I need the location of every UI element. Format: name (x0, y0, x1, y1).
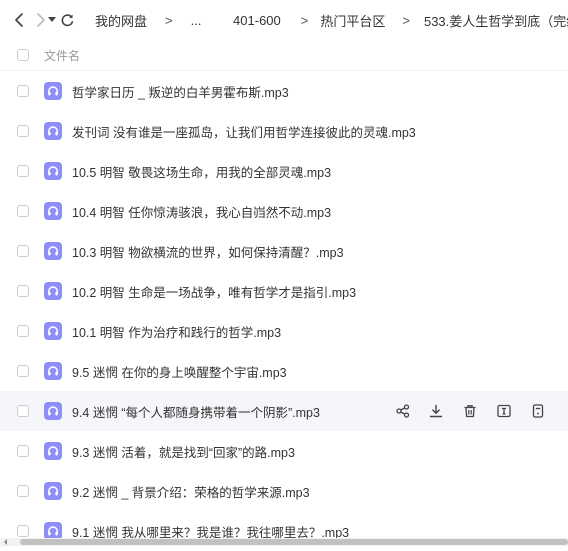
headphones-icon (48, 286, 58, 296)
audio-file-icon (44, 242, 62, 260)
breadcrumb-separator: > (300, 12, 309, 28)
download-button[interactable] (428, 403, 444, 419)
file-row[interactable]: 9.4 迷惘 “每个人都随身携带着一个阴影”.mp3 (0, 391, 568, 431)
breadcrumb-current-folder: 533.姜人生哲学到底（完结） (423, 13, 568, 29)
file-name[interactable]: 10.2 明智 生命是一场战争，唯有哲学才是指引.mp3 (72, 282, 356, 301)
file-row[interactable]: 10.2 明智 生命是一场战争，唯有哲学才是指引.mp3 (0, 271, 568, 311)
file-row[interactable]: 哲学家日历 _ 叛逆的白羊男霍布斯.mp3 (0, 71, 568, 111)
file-name[interactable]: 10.5 明智 敬畏这场生命，用我的全部灵魂.mp3 (72, 162, 331, 181)
headphones-icon (48, 406, 58, 416)
row-checkbox[interactable] (17, 165, 29, 177)
audio-file-icon (44, 322, 62, 340)
file-name[interactable]: 9.3 迷惘 活着，就是找到“回家”的路.mp3 (72, 442, 295, 461)
file-row[interactable]: 10.3 明智 物欲横流的世界，如何保持清醒？.mp3 (0, 231, 568, 271)
column-header-filename[interactable]: 文件名 (44, 47, 80, 64)
breadcrumb-item-hot-platform[interactable]: 热门平台区 (320, 11, 385, 30)
share-icon (396, 404, 410, 418)
row-checkbox[interactable] (17, 285, 29, 297)
headphones-icon (48, 486, 58, 496)
headphones-icon (48, 206, 58, 216)
breadcrumb-separator: > (402, 12, 410, 28)
rename-button[interactable] (496, 403, 512, 419)
headphones-icon (48, 86, 58, 96)
back-button[interactable] (14, 8, 26, 32)
file-list-header: 文件名 (0, 40, 568, 71)
audio-file-icon (44, 402, 62, 420)
audio-file-icon (44, 202, 62, 220)
delete-icon (463, 404, 477, 418)
row-checkbox[interactable] (17, 85, 29, 97)
file-name[interactable]: 9.5 迷惘 在你的身上唤醒整个宇宙.mp3 (72, 362, 287, 381)
headphones-icon (48, 166, 58, 176)
audio-file-icon (44, 122, 62, 140)
row-checkbox[interactable] (17, 485, 29, 497)
file-row[interactable]: 9.2 迷惘 _ 背景介绍：荣格的哲学来源.mp3 (0, 471, 568, 511)
audio-file-icon (44, 282, 62, 300)
row-checkbox[interactable] (17, 525, 29, 537)
file-name[interactable]: 10.1 明智 作为治疗和践行的哲学.mp3 (72, 322, 281, 341)
file-name[interactable]: 哲学家日历 _ 叛逆的白羊男霍布斯.mp3 (72, 82, 289, 101)
history-dropdown[interactable] (48, 8, 56, 32)
file-row[interactable]: 10.5 明智 敬畏这场生命，用我的全部灵魂.mp3 (0, 151, 568, 191)
audio-file-icon (44, 482, 62, 500)
refresh-icon (61, 13, 74, 26)
row-checkbox[interactable] (17, 325, 29, 337)
row-checkbox[interactable] (17, 405, 29, 417)
row-checkbox[interactable] (17, 365, 29, 377)
file-name[interactable]: 发刊词 没有谁是一座孤岛，让我们用哲学连接彼此的灵魂.mp3 (72, 122, 416, 141)
rename-icon (497, 404, 511, 418)
breadcrumb-root[interactable]: 我的网盘 (95, 11, 147, 30)
audio-file-icon (44, 442, 62, 460)
audio-file-icon (44, 162, 62, 180)
file-row[interactable]: 10.1 明智 作为治疗和践行的哲学.mp3 (0, 311, 568, 351)
headphones-icon (48, 366, 58, 376)
horizontal-scrollbar[interactable] (0, 538, 568, 546)
row-checkbox[interactable] (17, 125, 29, 137)
file-row[interactable]: 发刊词 没有谁是一座孤岛，让我们用哲学连接彼此的灵魂.mp3 (0, 111, 568, 151)
forward-button[interactable] (34, 8, 46, 32)
breadcrumb-item-401-600[interactable]: 401-600 (233, 13, 281, 28)
file-name[interactable]: 9.4 迷惘 “每个人都随身携带着一个阴影”.mp3 (72, 402, 320, 421)
select-all-checkbox[interactable] (17, 49, 29, 61)
breadcrumb-ellipsis[interactable]: ... (191, 13, 202, 28)
more-button[interactable] (530, 403, 546, 419)
chevron-right-icon (37, 13, 45, 27)
headphones-icon (48, 246, 58, 256)
headphones-icon (48, 326, 58, 336)
toolbar: 我的网盘 > ... > 401-600 > 热门平台区 > 533.姜人生哲学… (0, 0, 568, 40)
row-checkbox[interactable] (17, 445, 29, 457)
delete-button[interactable] (462, 403, 478, 419)
caret-down-icon (48, 17, 56, 22)
more-icon (531, 404, 545, 418)
file-name[interactable]: 10.3 明智 物欲横流的世界，如何保持清醒？.mp3 (72, 242, 344, 261)
download-icon (429, 404, 443, 418)
file-name[interactable]: 9.2 迷惘 _ 背景介绍：荣格的哲学来源.mp3 (72, 482, 310, 501)
headphones-icon (48, 126, 58, 136)
chevron-left-icon (15, 13, 23, 27)
scrollbar-thumb[interactable] (20, 539, 568, 545)
row-checkbox[interactable] (17, 245, 29, 257)
breadcrumb-separator: > (165, 12, 173, 28)
file-row[interactable]: 9.3 迷惘 活着，就是找到“回家”的路.mp3 (0, 431, 568, 471)
headphones-icon (48, 526, 58, 536)
refresh-button[interactable] (60, 8, 75, 32)
scroll-left-icon[interactable] (2, 538, 10, 546)
audio-file-icon (44, 82, 62, 100)
file-row[interactable]: 10.4 明智 任你惊涛骇浪，我心自岿然不动.mp3 (0, 191, 568, 231)
share-button[interactable] (395, 403, 411, 419)
audio-file-icon (44, 362, 62, 380)
row-checkbox[interactable] (17, 205, 29, 217)
file-row[interactable]: 9.5 迷惘 在你的身上唤醒整个宇宙.mp3 (0, 351, 568, 391)
headphones-icon (48, 446, 58, 456)
file-name[interactable]: 10.4 明智 任你惊涛骇浪，我心自岿然不动.mp3 (72, 202, 331, 221)
